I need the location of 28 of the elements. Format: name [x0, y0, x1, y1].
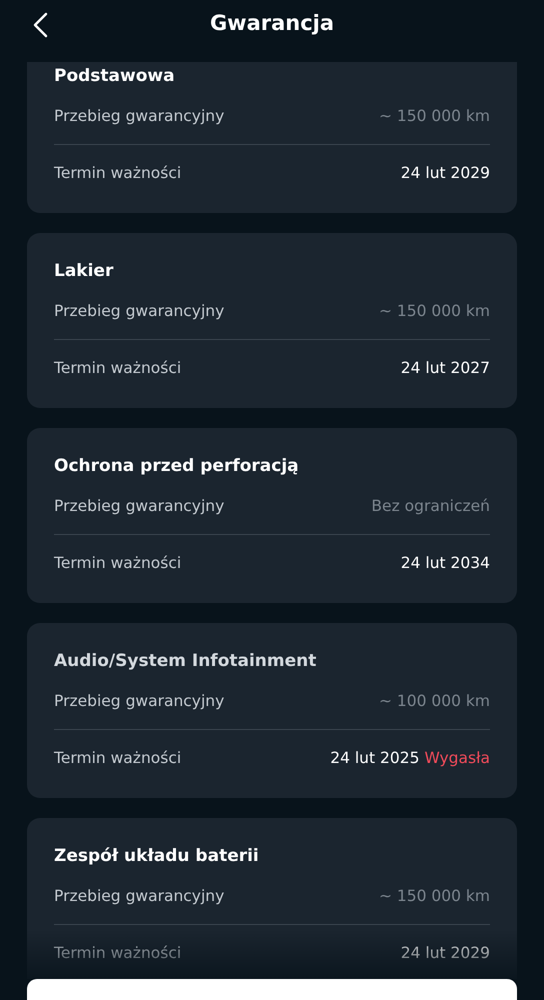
card-title: Zespół układu baterii	[54, 845, 260, 868]
screen-title: Gwarancja	[210, 11, 334, 35]
row-label: Przebieg gwarancyjny	[54, 497, 224, 515]
row-value: ~ 100 000 km	[378, 692, 490, 710]
card-title: Lakier	[54, 260, 114, 283]
row-label: Przebieg gwarancyjny	[54, 107, 224, 125]
status-label: Wygasła	[424, 749, 490, 767]
card-title: Audio/System Infotainment	[54, 650, 318, 673]
row-value: 24 lut 2029	[400, 944, 490, 962]
row-value: 24 lut 2027	[400, 359, 490, 377]
row-value: 24 lut 2025	[330, 749, 420, 767]
row-label: Przebieg gwarancyjny	[54, 302, 224, 320]
row-label: Termin ważności	[54, 164, 182, 182]
row-value: ~ 150 000 km	[378, 107, 490, 125]
row-value: 24 lut 2029	[400, 164, 490, 182]
row-label: Termin ważności	[54, 359, 182, 377]
row-value: Bez ograniczeń	[371, 497, 490, 515]
card-title: Ochrona przed perforacją	[54, 455, 300, 478]
row-label: Termin ważności	[54, 554, 182, 572]
row-label: Przebieg gwarancyjny	[54, 692, 224, 710]
row-label: Termin ważności	[54, 944, 182, 962]
back-icon	[32, 12, 48, 38]
row-value: ~ 150 000 km	[378, 887, 490, 905]
row-label: Termin ważności	[54, 749, 182, 767]
row-label: Przebieg gwarancyjny	[54, 887, 224, 905]
row-value: ~ 150 000 km	[378, 302, 490, 320]
card-title: Podstawowa	[54, 65, 176, 88]
row-value: 24 lut 2034	[400, 554, 490, 572]
